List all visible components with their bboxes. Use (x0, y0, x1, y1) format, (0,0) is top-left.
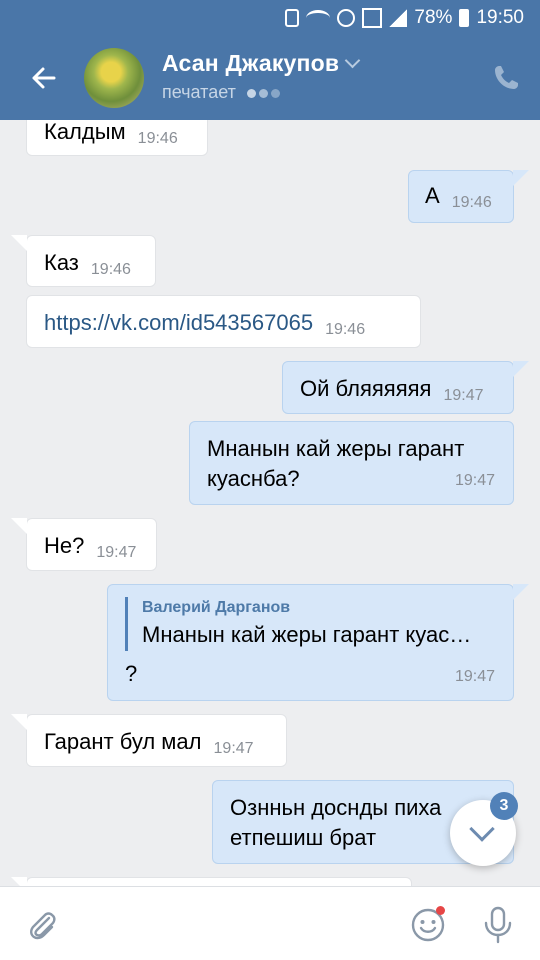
battery-percent: 78% (414, 7, 453, 28)
contact-name-text: Асан Джакупов (162, 50, 340, 76)
battery-icon (459, 9, 470, 27)
typing-status: печатает (162, 82, 283, 103)
no-signal-icon (362, 8, 383, 28)
message-incoming[interactable]: Не? 19:47 (11, 518, 157, 571)
contact-name[interactable]: Асан Джакупов (162, 50, 361, 77)
unread-count-badge: 3 (490, 792, 518, 820)
message-outgoing[interactable]: Мнанын кай жеры гарант куаснба? 19:47 (189, 421, 514, 505)
message-incoming[interactable] (11, 877, 412, 886)
message-outgoing[interactable]: А 19:46 (408, 170, 529, 223)
message-time: 19:47 (96, 544, 137, 561)
compose-bar (0, 886, 540, 960)
chat-header: Асан Джакупов печатает (0, 36, 540, 120)
signal-icon (389, 9, 408, 27)
message-time: 19:47 (443, 387, 484, 404)
microphone-icon (484, 906, 512, 944)
message-list[interactable]: Калдым 19:46 А 19:46 Каз 19:46 https://vk.c… (0, 120, 540, 886)
message-text: Гарант бул мал (44, 729, 202, 754)
message-text: Мнанын кай жеры гарант (207, 436, 465, 461)
paperclip-icon (30, 912, 56, 940)
call-button[interactable] (490, 62, 522, 94)
message-text: Калдым (44, 120, 126, 144)
message-time: 19:47 (454, 472, 495, 489)
quoted-author: Валерий Дарганов (142, 599, 291, 616)
message-incoming[interactable]: Каз 19:46 (11, 235, 156, 287)
message-text: Не? (44, 533, 85, 558)
message-time: 19:47 (213, 740, 254, 757)
attach-button[interactable] (24, 907, 60, 943)
message-incoming[interactable]: Калдым 19:46 (26, 120, 208, 156)
chevron-down-icon (469, 816, 495, 842)
message-text: А (425, 183, 440, 208)
message-outgoing-reply[interactable]: Валерий Дарганов Мнанын кай жеры гарант … (107, 584, 529, 701)
message-time: 19:46 (137, 130, 178, 147)
hotspot-icon (337, 9, 356, 27)
message-time: 19:46 (451, 194, 492, 211)
message-time: 19:47 (454, 668, 495, 685)
message-incoming[interactable]: Гарант бул мал 19:47 (11, 714, 287, 767)
arrow-left-icon (32, 67, 56, 89)
typing-status-text: печатает (162, 82, 236, 102)
quoted-text: Мнанын кай жеры гарант куас… (142, 622, 472, 647)
notification-dot (436, 906, 445, 915)
clock: 19:50 (476, 7, 524, 28)
typing-dots-icon (246, 82, 283, 103)
message-outgoing[interactable]: Ой бляяяяяя 19:47 (282, 361, 529, 414)
quoted-message[interactable]: Валерий Дарганов Мнанын кай жеры гарант … (125, 597, 513, 651)
message-time: 19:46 (325, 321, 366, 338)
back-button[interactable] (24, 58, 64, 98)
chevron-down-icon (344, 52, 361, 69)
phone-icon (495, 66, 518, 89)
message-text: Каз (44, 250, 79, 275)
avatar[interactable] (84, 48, 144, 108)
wifi-icon (306, 10, 331, 26)
voice-message-button[interactable] (480, 905, 516, 945)
message-link[interactable]: https://vk.com/id543567065 (44, 310, 313, 335)
recycle-icon (285, 9, 300, 27)
message-time: 19:46 (90, 261, 131, 278)
message-text: Ой бляяяяяя (300, 376, 432, 401)
status-bar: 78% 19:50 (0, 0, 540, 36)
message-incoming[interactable]: https://vk.com/id543567065 19:46 (26, 295, 421, 348)
